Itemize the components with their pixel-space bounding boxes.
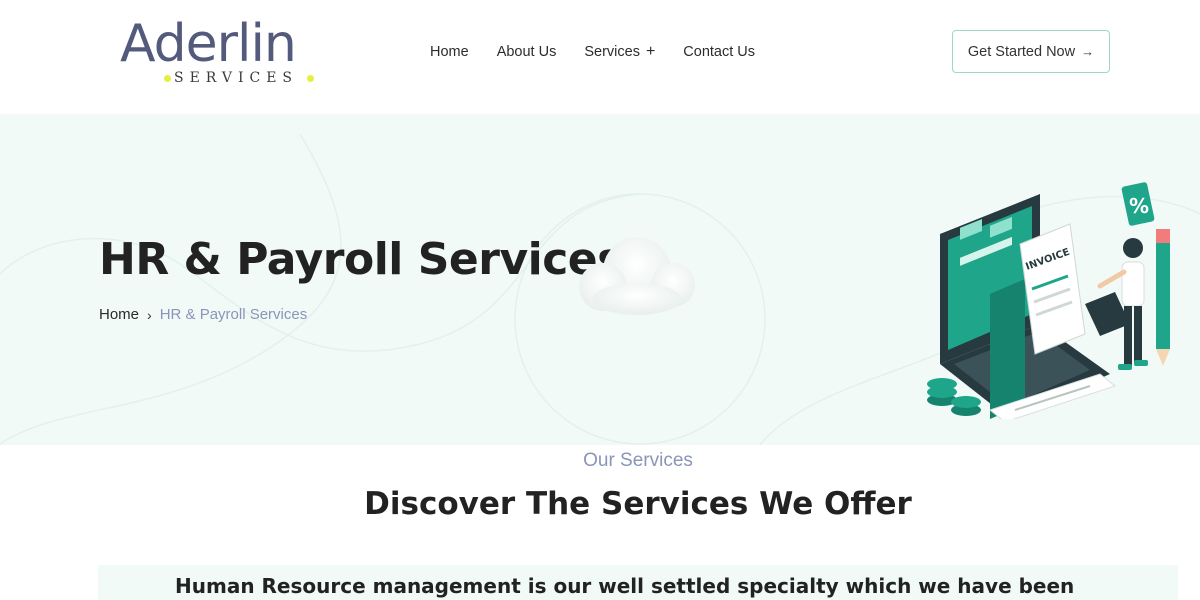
breadcrumb-current: HR & Payroll Services (159, 306, 308, 323)
logo-dot-right (307, 75, 314, 82)
percent-badge-icon: % (1129, 194, 1149, 218)
services-intro-text: Human Resource management is our well se… (175, 574, 1075, 598)
logo-tagline: SERVICES (174, 70, 299, 86)
nav-item-label: About Us (496, 44, 557, 60)
section-eyebrow: Our Services (583, 450, 693, 471)
cloud-decoration (579, 237, 695, 315)
invoice-illustration: INVOICE % (927, 182, 1170, 419)
site-header: Aderlin SERVICES Home About Us Services … (0, 0, 1200, 114)
breadcrumb: Home › HR & Payroll Services (99, 306, 307, 323)
brand-logo[interactable]: Aderlin SERVICES (120, 14, 320, 90)
arrow-right-icon: → (1081, 44, 1095, 59)
nav-item-home[interactable]: Home (430, 44, 469, 60)
nav-item-about[interactable]: About Us (497, 44, 557, 60)
nav-item-contact[interactable]: Contact Us (683, 44, 755, 60)
get-started-button[interactable]: Get Started Now → (952, 30, 1110, 73)
get-started-label: Get Started Now (967, 43, 1076, 60)
nav-item-services[interactable]: Services + (584, 44, 655, 61)
breadcrumb-home-link[interactable]: Home (99, 306, 139, 323)
main-nav: Home About Us Services + Contact Us (430, 40, 755, 64)
nav-item-label: Home (430, 44, 469, 60)
page-title: HR & Payroll Services (99, 234, 623, 285)
logo-wordmark: Aderlin (120, 14, 297, 74)
section-title: Discover The Services We Offer (364, 486, 912, 522)
page-hero: HR & Payroll Services Home › HR & Payrol… (0, 114, 1200, 445)
chevron-right-icon: › (147, 306, 152, 323)
logo-dot-left (164, 75, 171, 82)
plus-icon[interactable]: + (646, 44, 655, 60)
nav-item-label: Contact Us (683, 44, 756, 60)
nav-item-label: Services (584, 44, 640, 60)
